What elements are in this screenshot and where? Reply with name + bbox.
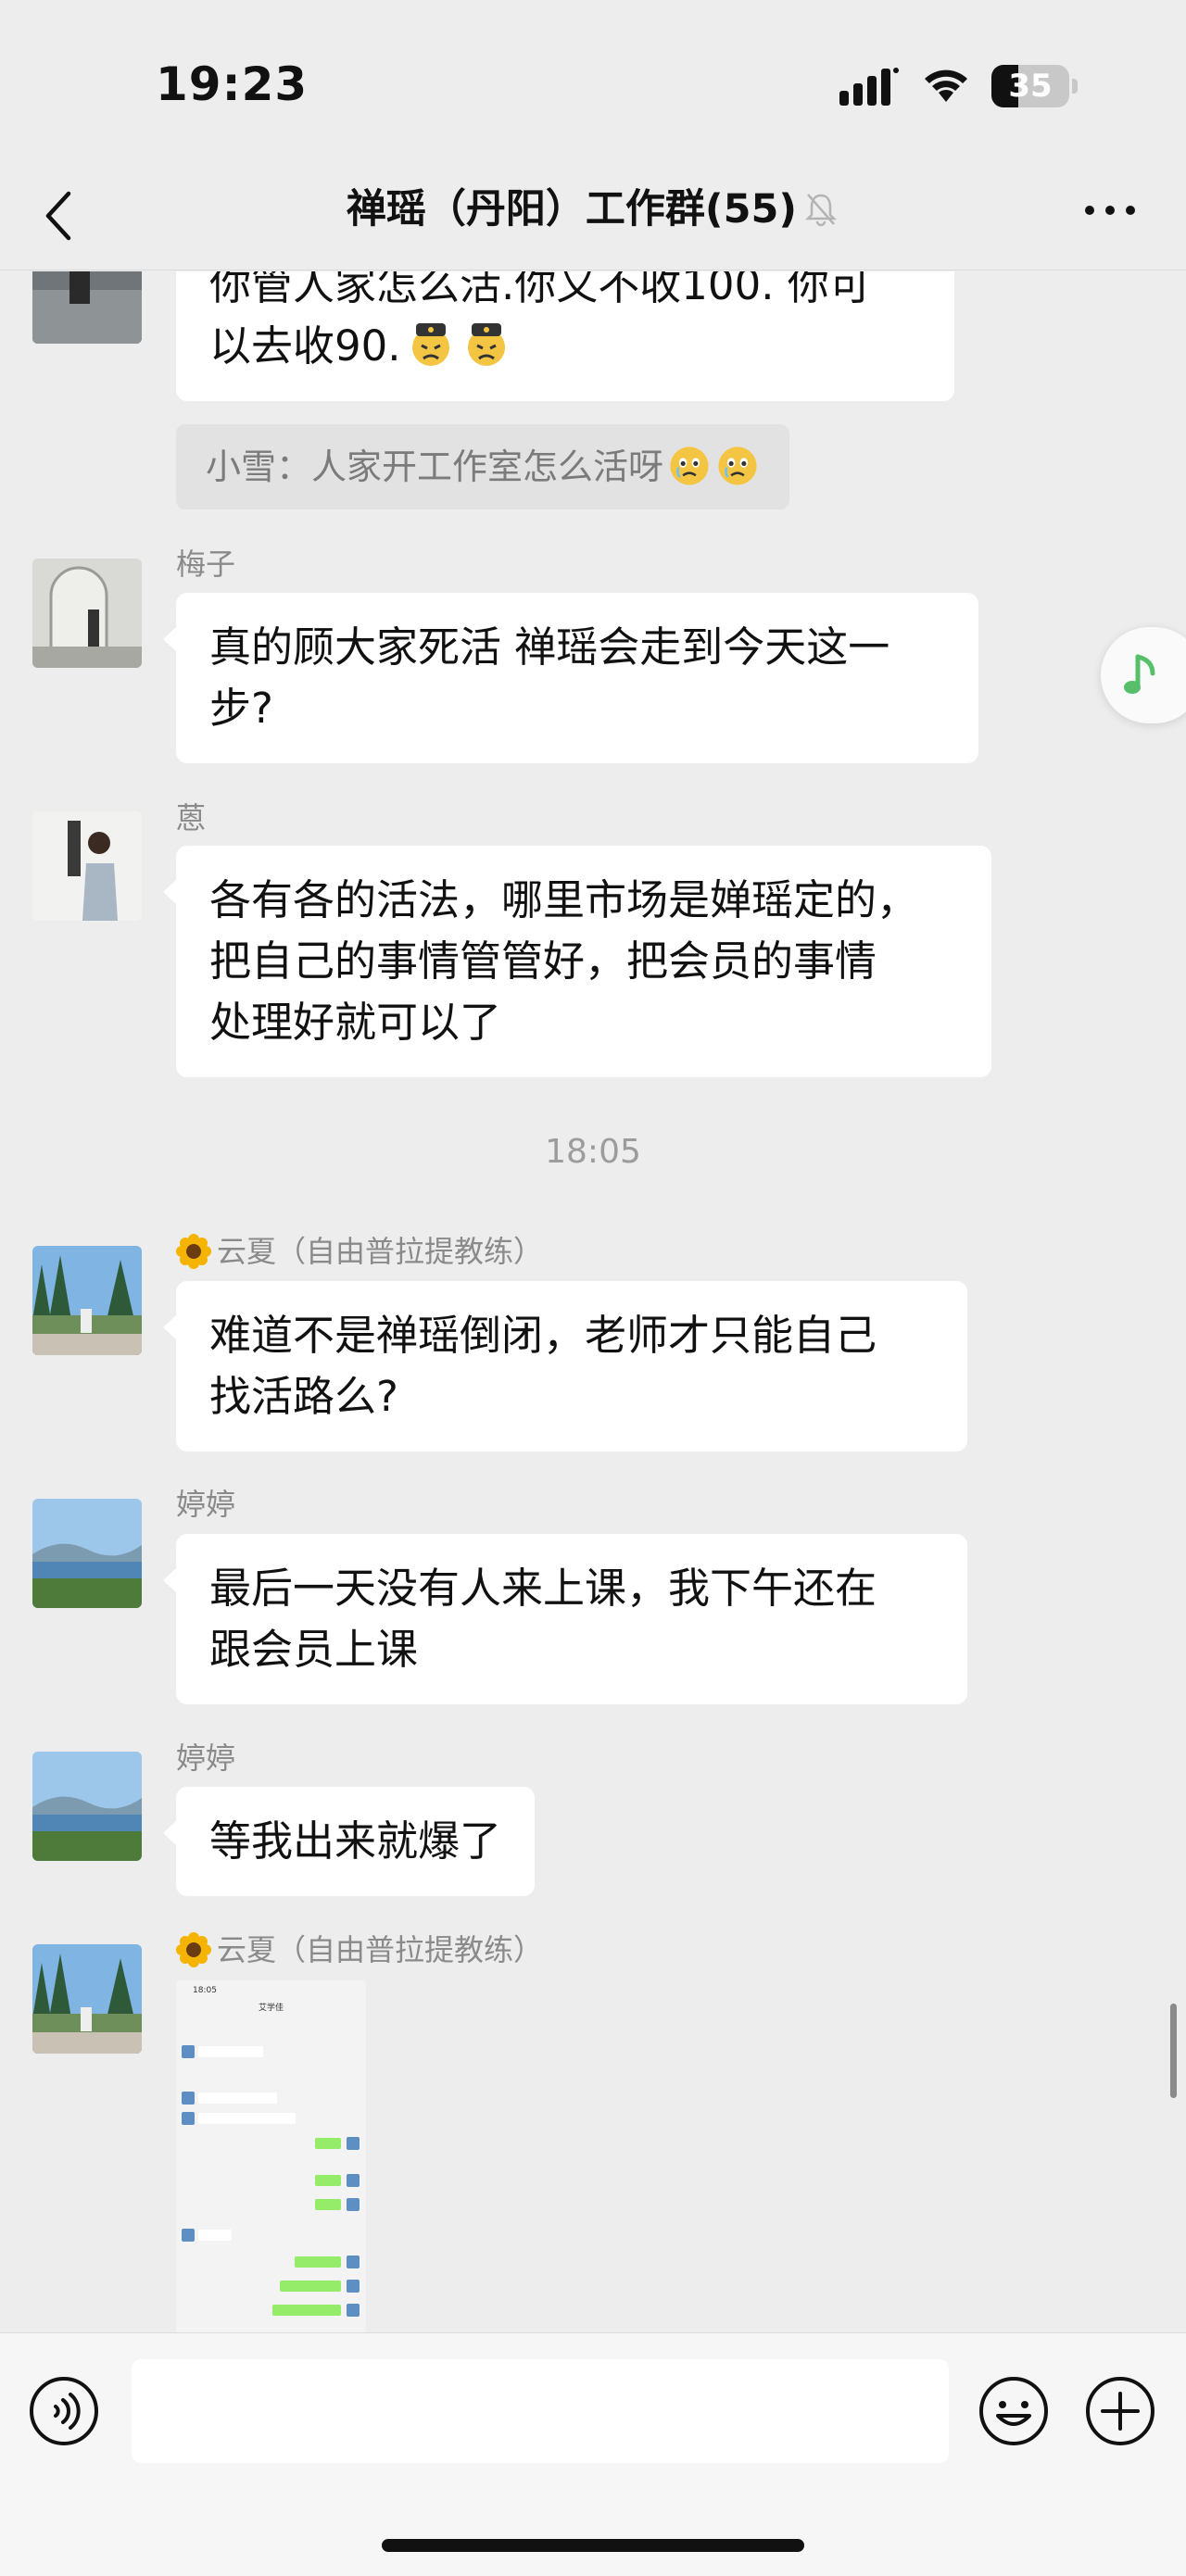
avatar[interactable] <box>32 1246 142 1355</box>
message-input[interactable] <box>132 2359 949 2463</box>
message-line-text: 以去收90. <box>209 321 401 371</box>
message-bubble[interactable]: 你管人家怎么活.你又不收100. 你可 以去收90. <box>176 271 954 401</box>
message-line: 处理好就可以了 <box>209 998 502 1047</box>
chat-title: 禅瑶（丹阳）工作群(55) <box>0 171 1186 247</box>
plus-icon[interactable] <box>1084 2375 1156 2447</box>
floating-music-button[interactable] <box>1101 627 1186 723</box>
sender-name-text: 云夏（自由普拉提教练） <box>217 1932 544 1967</box>
sender-name: 蒽 <box>176 800 207 836</box>
sender-name: 云夏（自由普拉提教练） <box>176 1931 543 1968</box>
message-line: 真的顾大家死活 禅瑶会走到今天这一 <box>209 622 890 672</box>
avatar[interactable] <box>32 559 142 668</box>
message-bubble[interactable]: 最后一天没有人来上课，我下午还在 跟会员上课 <box>163 1534 967 1704</box>
avatar[interactable] <box>32 271 142 344</box>
message-line: 跟会员上课 <box>209 1625 419 1674</box>
angry-police-emoji <box>467 323 505 366</box>
more-icon[interactable] <box>1080 192 1140 229</box>
home-indicator[interactable] <box>382 2539 804 2552</box>
image-message[interactable]: 18:05 艾学佳 <box>176 1980 366 2332</box>
chat-title-text: 禅瑶（丹阳）工作群(55) <box>346 186 798 232</box>
sunflower-icon <box>176 1932 211 1967</box>
status-bar: 19:23 35 <box>0 0 1186 171</box>
battery-level: 35 <box>1008 68 1053 105</box>
message-line: 把自己的事情管管好，把会员的事情 <box>209 936 877 986</box>
time-separator: 18:05 <box>545 1133 641 1171</box>
sender-name: 云夏（自由普拉提教练） <box>176 1233 543 1270</box>
avatar[interactable] <box>32 1499 142 1608</box>
quoted-message[interactable]: 小雪：人家开工作室怎么活呀 <box>176 424 790 509</box>
avatar[interactable] <box>32 1944 142 2054</box>
scroll-indicator[interactable] <box>1170 2004 1177 2098</box>
teary-face-emoji <box>718 446 757 485</box>
status-time: 19:23 <box>156 57 309 111</box>
thumb-title: 艾学佳 <box>258 2004 284 2013</box>
message-line: 你管人家怎么活.你又不收100. 你可 <box>209 271 871 309</box>
angry-police-emoji <box>411 323 449 366</box>
chat-area[interactable]: 你管人家怎么活.你又不收100. 你可 以去收90. 小雪：人家开工作室怎么活呀… <box>0 271 1186 2332</box>
message-bubble[interactable]: 难道不是禅瑶倒闭，老师才只能自己 找活路么? <box>163 1281 967 1451</box>
sunflower-icon <box>176 1234 211 1269</box>
message-bubble[interactable]: 真的顾大家死活 禅瑶会走到今天这一 步? <box>163 593 978 763</box>
nav-bar: 禅瑶（丹阳）工作群(55) <box>0 171 1186 270</box>
sender-name: 婷婷 <box>176 1740 236 1776</box>
voice-icon[interactable] <box>28 2375 100 2447</box>
sender-name: 梅子 <box>176 547 236 582</box>
avatar[interactable] <box>32 811 142 921</box>
message-line: 难道不是禅瑶倒闭，老师才只能自己 <box>209 1311 877 1360</box>
message-line: 以去收90. <box>209 316 921 377</box>
emoji-face-icon[interactable] <box>978 2375 1050 2447</box>
message-line: 步? <box>209 684 273 733</box>
sender-name: 婷婷 <box>176 1487 236 1522</box>
thumb-time: 18:05 <box>193 1986 217 1995</box>
message-bubble[interactable]: 等我出来就爆了 <box>162 1787 536 1896</box>
sender-name-text: 云夏（自由普拉提教练） <box>217 1234 544 1269</box>
message-line: 等我出来就爆了 <box>209 1816 502 1866</box>
music-note-icon <box>1124 654 1155 694</box>
signal-icon <box>839 68 899 106</box>
message-line: 各有各的活法，哪里市场是婵瑶定的， <box>209 875 919 924</box>
teary-face-emoji <box>670 446 709 485</box>
message-line: 找活路么? <box>209 1372 398 1421</box>
avatar[interactable] <box>32 1752 142 1861</box>
mute-bell-icon <box>805 194 838 227</box>
wifi-icon <box>925 69 967 102</box>
input-bar <box>0 2332 1186 2576</box>
battery-icon: 35 <box>991 65 1079 107</box>
message-line: 最后一天没有人来上课，我下午还在 <box>209 1564 877 1613</box>
quote-text: 小雪：人家开工作室怎么活呀 <box>206 446 664 487</box>
message-bubble[interactable]: 各有各的活法，哪里市场是婵瑶定的， 把自己的事情管管好，把会员的事情 处理好就可… <box>163 846 991 1077</box>
thumb-status: 18:05 艾学佳 <box>176 1980 366 2016</box>
